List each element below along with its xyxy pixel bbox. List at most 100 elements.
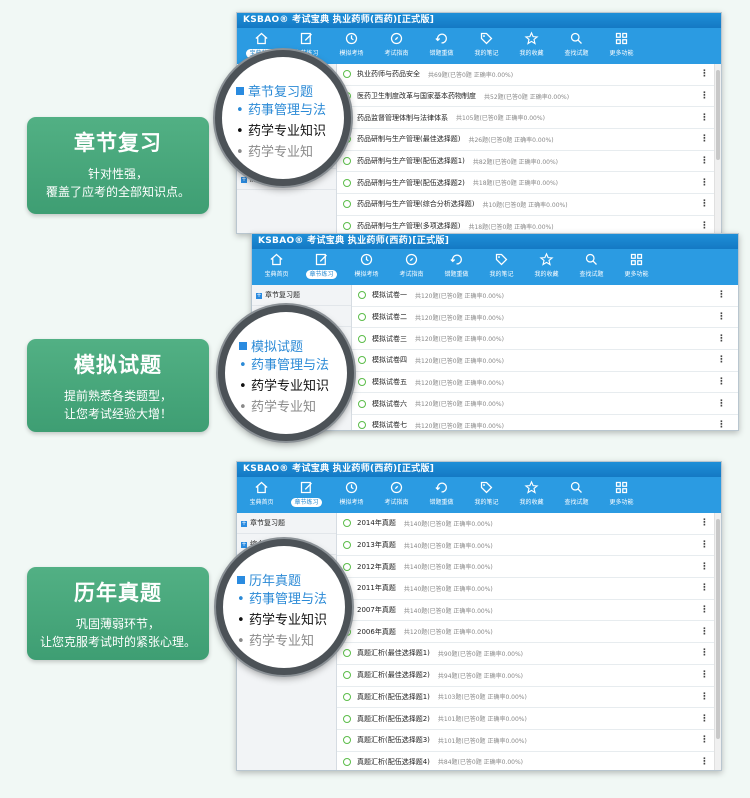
- list-item[interactable]: 真题汇析(最佳选择题1) 共90题(已答0题 正确率0.00%) ⋮: [337, 643, 721, 665]
- list-item[interactable]: 模拟试卷五 共120题(已答0题 正确率0.00%) ⋮: [352, 372, 738, 394]
- more-options-icon[interactable]: ⋮: [700, 134, 709, 144]
- more-options-icon[interactable]: ⋮: [700, 540, 709, 550]
- more-options-icon[interactable]: ⋮: [717, 377, 726, 387]
- toolbar-label: 模拟考场: [354, 271, 379, 278]
- sidebar-item[interactable]: +章节复习题: [252, 285, 351, 306]
- toolbar-button-clock[interactable]: 模拟考场: [329, 477, 374, 513]
- list-item[interactable]: 模拟试卷四 共120题(已答0题 正确率0.00%) ⋮: [352, 350, 738, 372]
- vertical-scrollbar[interactable]: [714, 64, 721, 233]
- sidebar-item[interactable]: +章节复习题: [237, 513, 336, 534]
- toolbar-button-edit[interactable]: 章节练习: [284, 477, 329, 513]
- more-options-icon[interactable]: ⋮: [717, 334, 726, 344]
- more-options-icon[interactable]: ⋮: [717, 312, 726, 322]
- toolbar-button-grid[interactable]: 更多功能: [599, 477, 644, 513]
- toolbar-button-compass[interactable]: 考试指南: [374, 28, 419, 64]
- item-meta: 共140题(已答0题 正确率0.00%): [403, 607, 493, 615]
- list-item[interactable]: 模拟试卷一 共120题(已答0题 正确率0.00%) ⋮: [352, 285, 738, 307]
- more-options-icon[interactable]: ⋮: [700, 178, 709, 188]
- toolbar-button-edit[interactable]: 章节练习: [299, 249, 344, 285]
- toolbar-button-star[interactable]: 我的收藏: [509, 28, 554, 64]
- status-circle-icon: [343, 157, 351, 166]
- toolbar-button-home[interactable]: 宝典首页: [254, 249, 299, 285]
- toolbar-button-star[interactable]: 我的收藏: [524, 249, 569, 285]
- list-item[interactable]: 2011年真题 共140题(已答0题 正确率0.00%) ⋮: [337, 578, 721, 600]
- list-item[interactable]: 药品监督管理体制与法律体系 共105题(已答0题 正确率0.00%) ⋮: [337, 107, 721, 130]
- list-item[interactable]: 药品研制与生产管理(综合分析选择题) 共10题(已答0题 正确率0.00%) ⋮: [337, 194, 721, 216]
- more-options-icon[interactable]: ⋮: [700, 113, 709, 123]
- item-title: 模拟试卷四: [372, 356, 407, 365]
- toolbar-button-tag[interactable]: 我的笔记: [464, 477, 509, 513]
- more-options-icon[interactable]: ⋮: [700, 692, 709, 702]
- list-item[interactable]: 执业药师与药品安全 共69题(已答0题 正确率0.00%) ⋮: [337, 64, 721, 86]
- list-item[interactable]: 模拟试卷二 共120题(已答0题 正确率0.00%) ⋮: [352, 307, 738, 329]
- toolbar-button-compass[interactable]: 考试指南: [389, 249, 434, 285]
- toolbar-button-search[interactable]: 查找试题: [554, 477, 599, 513]
- more-options-icon[interactable]: ⋮: [700, 91, 709, 101]
- list-item[interactable]: 2007年真题 共140题(已答0题 正确率0.00%) ⋮: [337, 600, 721, 622]
- toolbar-button-search[interactable]: 查找试题: [569, 249, 614, 285]
- list-item[interactable]: 医药卫生制度改革与国家基本药物制度 共52题(已答0题 正确率0.00%) ⋮: [337, 86, 721, 108]
- toolbar-button-star[interactable]: 我的收藏: [509, 477, 554, 513]
- list-item[interactable]: 真题汇析(配伍选择题3) 共101题(已答0题 正确率0.00%) ⋮: [337, 730, 721, 752]
- toolbar-button-redo[interactable]: 错题重做: [434, 249, 479, 285]
- toolbar-button-clock[interactable]: 模拟考场: [344, 249, 389, 285]
- more-options-icon[interactable]: ⋮: [700, 648, 709, 658]
- more-options-icon[interactable]: ⋮: [700, 627, 709, 637]
- item-title: 2007年真题: [357, 606, 396, 615]
- more-options-icon[interactable]: ⋮: [717, 355, 726, 365]
- toolbar-button-redo[interactable]: 错题重做: [419, 477, 464, 513]
- more-options-icon[interactable]: ⋮: [700, 670, 709, 680]
- card-desc-line2: 让您克服考试时的紧张心理。: [39, 635, 196, 649]
- toolbar-button-redo[interactable]: 错题重做: [419, 28, 464, 64]
- list-item[interactable]: 2012年真题 共140题(已答0题 正确率0.00%) ⋮: [337, 556, 721, 579]
- scrollbar-thumb[interactable]: [716, 519, 720, 739]
- toolbar-button-search[interactable]: 查找试题: [554, 28, 599, 64]
- item-meta: 共103题(已答0题 正确率0.00%): [437, 694, 527, 702]
- more-options-icon[interactable]: ⋮: [700, 562, 709, 572]
- toolbar-button-grid[interactable]: 更多功能: [614, 249, 659, 285]
- list-item[interactable]: 真题汇析(配伍选择题2) 共101题(已答0题 正确率0.00%) ⋮: [337, 708, 721, 730]
- card-title: 历年真题: [74, 581, 162, 605]
- list-item[interactable]: 药品研制与生产管理(多项选择题) 共18题(已答0题 正确率0.00%) ⋮: [337, 216, 721, 233]
- item-meta: 共18题(已答0题 正确率0.00%): [468, 223, 554, 231]
- more-options-icon[interactable]: ⋮: [700, 757, 709, 767]
- more-options-icon[interactable]: ⋮: [717, 290, 726, 300]
- list-item[interactable]: 药品研制与生产管理(配伍选择题1) 共82题(已答0题 正确率0.00%) ⋮: [337, 151, 721, 173]
- scrollbar-thumb[interactable]: [716, 70, 720, 160]
- list-item[interactable]: 模拟试卷三 共120题(已答0题 正确率0.00%) ⋮: [352, 328, 738, 351]
- clock-icon: [345, 32, 358, 45]
- list-item[interactable]: 2006年真题 共120题(已答0题 正确率0.00%) ⋮: [337, 621, 721, 644]
- list-item[interactable]: 真题汇析(最佳选择题2) 共94题(已答0题 正确率0.00%) ⋮: [337, 665, 721, 687]
- list-item[interactable]: 药品研制与生产管理(最佳选择题) 共26题(已答0题 正确率0.00%) ⋮: [337, 129, 721, 151]
- magnifier-chapter: 章节复习题 药事管理与法 药学专业知识 药学专业知: [215, 50, 351, 186]
- toolbar-button-grid[interactable]: 更多功能: [599, 28, 644, 64]
- list-item[interactable]: 真题汇析(配伍选择题1) 共103题(已答0题 正确率0.00%) ⋮: [337, 687, 721, 709]
- item-meta: 共120题(已答0题 正确率0.00%): [415, 357, 504, 365]
- more-options-icon[interactable]: ⋮: [700, 69, 709, 79]
- more-options-icon[interactable]: ⋮: [700, 156, 709, 166]
- toolbar-button-tag[interactable]: 我的笔记: [479, 249, 524, 285]
- toolbar-button-compass[interactable]: 考试指南: [374, 477, 419, 513]
- list-item[interactable]: 2013年真题 共140题(已答0题 正确率0.00%) ⋮: [337, 535, 721, 557]
- more-options-icon[interactable]: ⋮: [700, 221, 709, 231]
- more-options-icon[interactable]: ⋮: [700, 583, 709, 593]
- magnifier-section: 章节复习题: [236, 81, 344, 100]
- more-options-icon[interactable]: ⋮: [700, 518, 709, 528]
- list-item[interactable]: 2014年真题 共140题(已答0题 正确率0.00%) ⋮: [337, 513, 721, 535]
- item-title: 药品研制与生产管理(综合分析选择题): [357, 200, 475, 209]
- list-item[interactable]: 真题汇析(配伍选择题4) 共84题(已答0题 正确率0.00%) ⋮: [337, 752, 721, 770]
- list-item[interactable]: 模拟试卷七 共120题(已答0题 正确率0.00%) ⋮: [352, 415, 738, 430]
- list-item[interactable]: 模拟试卷六 共120题(已答0题 正确率0.00%) ⋮: [352, 393, 738, 416]
- more-options-icon[interactable]: ⋮: [717, 420, 726, 430]
- more-options-icon[interactable]: ⋮: [700, 714, 709, 724]
- vertical-scrollbar[interactable]: [714, 513, 721, 770]
- toolbar-button-tag[interactable]: 我的笔记: [464, 28, 509, 64]
- more-options-icon[interactable]: ⋮: [700, 199, 709, 209]
- more-options-icon[interactable]: ⋮: [700, 605, 709, 615]
- item-meta: 共120题(已答0题 正确率0.00%): [403, 629, 493, 637]
- list-item[interactable]: 药品研制与生产管理(配伍选择题2) 共18题(已答0题 正确率0.00%) ⋮: [337, 172, 721, 195]
- more-options-icon[interactable]: ⋮: [700, 735, 709, 745]
- toolbar-button-home[interactable]: 宝典首页: [239, 477, 284, 513]
- more-options-icon[interactable]: ⋮: [717, 399, 726, 409]
- expand-icon: +: [241, 176, 247, 183]
